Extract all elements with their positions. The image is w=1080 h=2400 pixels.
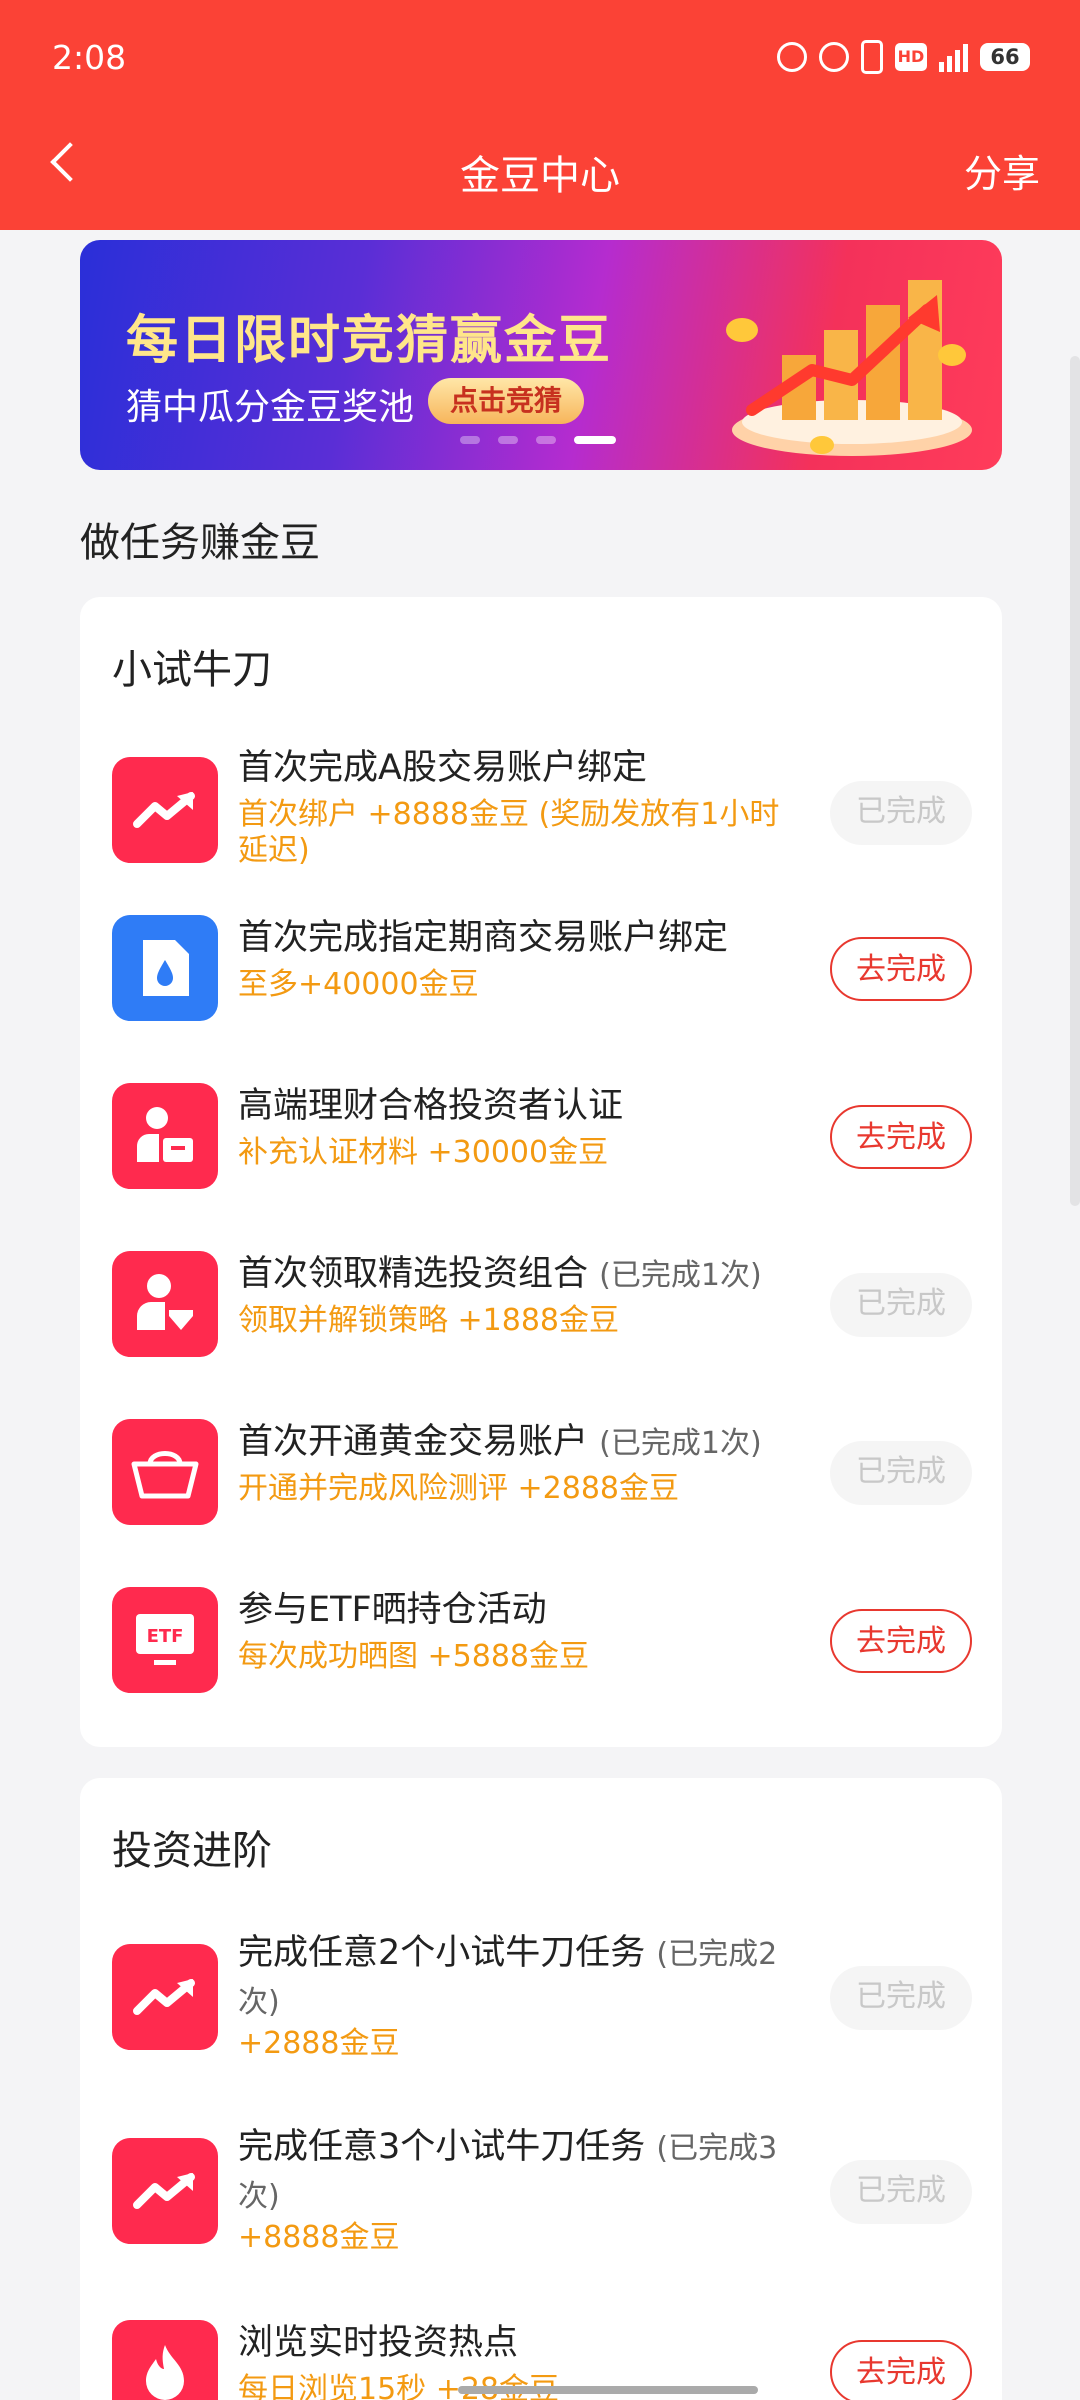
task-reward: +8888金豆	[238, 2220, 400, 2255]
flame-icon	[112, 2320, 218, 2400]
pagination-dot	[536, 436, 556, 444]
pagination-dot	[498, 436, 518, 444]
task-row: 首次领取精选投资组合 (已完成1次) 领取并解锁策略 +1888金豆 已完成	[112, 1251, 972, 1357]
share-button[interactable]: 分享	[964, 143, 1040, 198]
alarm-icon	[777, 42, 807, 72]
task-name: 首次完成A股交易账户绑定	[238, 748, 647, 788]
status-time: 2:08	[52, 38, 127, 77]
banner-pagination	[460, 436, 616, 444]
banner-subtitle: 猜中瓜分金豆奖池	[126, 387, 415, 428]
task-go-button[interactable]: 去完成	[830, 1609, 972, 1673]
task-row: 首次开通黄金交易账户 (已完成1次) 开通并完成风险测评 +2888金豆 已完成	[112, 1419, 972, 1525]
task-note: (已完成1次)	[599, 1426, 762, 1461]
task-done-button[interactable]: 已完成	[830, 2160, 972, 2224]
document-drop-icon	[112, 915, 218, 1021]
task-reward: 开通并完成风险测评 +2888金豆	[238, 1471, 680, 1506]
trend-icon	[112, 1944, 218, 2050]
task-done-button[interactable]: 已完成	[830, 1273, 972, 1337]
task-name: 完成任意2个小试牛刀任务 (已完成2次)	[238, 1933, 778, 2020]
task-name: 首次完成指定期商交易账户绑定	[238, 918, 729, 958]
task-go-button[interactable]: 去完成	[830, 937, 972, 1001]
banner-cta-button[interactable]: 点击竞猜	[428, 378, 585, 424]
speedometer-icon	[819, 42, 849, 72]
task-reward: 每次成功晒图 +5888金豆	[238, 1639, 590, 1674]
task-row: 首次完成指定期商交易账户绑定 至多+40000金豆 去完成	[112, 915, 972, 1021]
home-indicator[interactable]	[458, 2386, 758, 2394]
task-row: 完成任意2个小试牛刀任务 (已完成2次) +2888金豆 已完成	[112, 1930, 972, 2061]
task-row: 首次完成A股交易账户绑定 首次绑户 +8888金豆 (奖励发放有1小时延迟) 已…	[112, 745, 972, 868]
section-title: 做任务赚金豆	[80, 520, 320, 566]
task-card-beginner: 小试牛刀 首次完成A股交易账户绑定 首次绑户 +8888金豆 (奖励发放有1小时…	[80, 597, 1002, 1747]
card-title: 投资进阶	[112, 1828, 272, 1874]
battery-icon: 66	[980, 43, 1030, 71]
person-card-icon	[112, 1083, 218, 1189]
task-reward: 补充认证材料 +30000金豆	[238, 1135, 609, 1170]
task-reward: 至多+40000金豆	[238, 967, 479, 1002]
etf-icon: ETF	[112, 1587, 218, 1693]
pagination-dot	[460, 436, 480, 444]
task-name: 高端理财合格投资者认证	[238, 1086, 624, 1126]
task-row: 高端理财合格投资者认证 补充认证材料 +30000金豆 去完成	[112, 1083, 972, 1189]
task-name: 首次开通黄金交易账户 (已完成1次)	[238, 1422, 762, 1462]
task-note: (已完成1次)	[599, 1258, 762, 1293]
svg-text:ETF: ETF	[147, 1626, 184, 1647]
basket-icon	[112, 1419, 218, 1525]
promo-banner[interactable]: 每日限时竞猜赢金豆 猜中瓜分金豆奖池 点击竞猜	[80, 240, 1002, 470]
task-name: 参与ETF晒持仓活动	[238, 1590, 547, 1630]
person-diamond-icon	[112, 1251, 218, 1357]
task-reward: 领取并解锁策略 +1888金豆	[238, 1303, 620, 1338]
task-name: 浏览实时投资热点	[238, 2323, 519, 2363]
task-reward: +2888金豆	[238, 2026, 400, 2061]
card-title: 小试牛刀	[112, 647, 272, 693]
status-icons: HD 66	[777, 40, 1030, 74]
signal-icon	[939, 42, 968, 72]
trend-icon	[112, 2138, 218, 2244]
task-name: 完成任意3个小试牛刀任务 (已完成3次)	[238, 2127, 778, 2214]
trend-icon	[112, 757, 218, 863]
task-done-button[interactable]: 已完成	[830, 1966, 972, 2030]
task-go-button[interactable]: 去完成	[830, 1105, 972, 1169]
banner-title: 每日限时竞猜赢金豆	[126, 311, 613, 371]
task-name: 首次领取精选投资组合 (已完成1次)	[238, 1254, 762, 1294]
task-go-button[interactable]: 去完成	[830, 2340, 972, 2400]
task-done-button[interactable]: 已完成	[830, 781, 972, 845]
task-row: 完成任意3个小试牛刀任务 (已完成3次) +8888金豆 已完成	[112, 2124, 972, 2255]
page-title: 金豆中心	[460, 153, 620, 199]
top-bar: 2:08 HD 66 金豆中心 分享	[0, 0, 1080, 230]
task-reward: 首次绑户 +8888金豆 (奖励发放有1小时延迟)	[238, 797, 780, 868]
pagination-dot-active	[574, 436, 616, 444]
scrollbar[interactable]	[1070, 356, 1080, 1206]
task-row: ETF 参与ETF晒持仓活动 每次成功晒图 +5888金豆 去完成	[112, 1587, 972, 1693]
task-card-advanced: 投资进阶 完成任意2个小试牛刀任务 (已完成2次) +2888金豆 已完成 完成…	[80, 1778, 1002, 2400]
task-done-button[interactable]: 已完成	[830, 1441, 972, 1505]
hd-icon: HD	[895, 43, 927, 71]
vibrate-icon	[861, 40, 883, 74]
gold-bars-chart-icon	[726, 280, 972, 456]
